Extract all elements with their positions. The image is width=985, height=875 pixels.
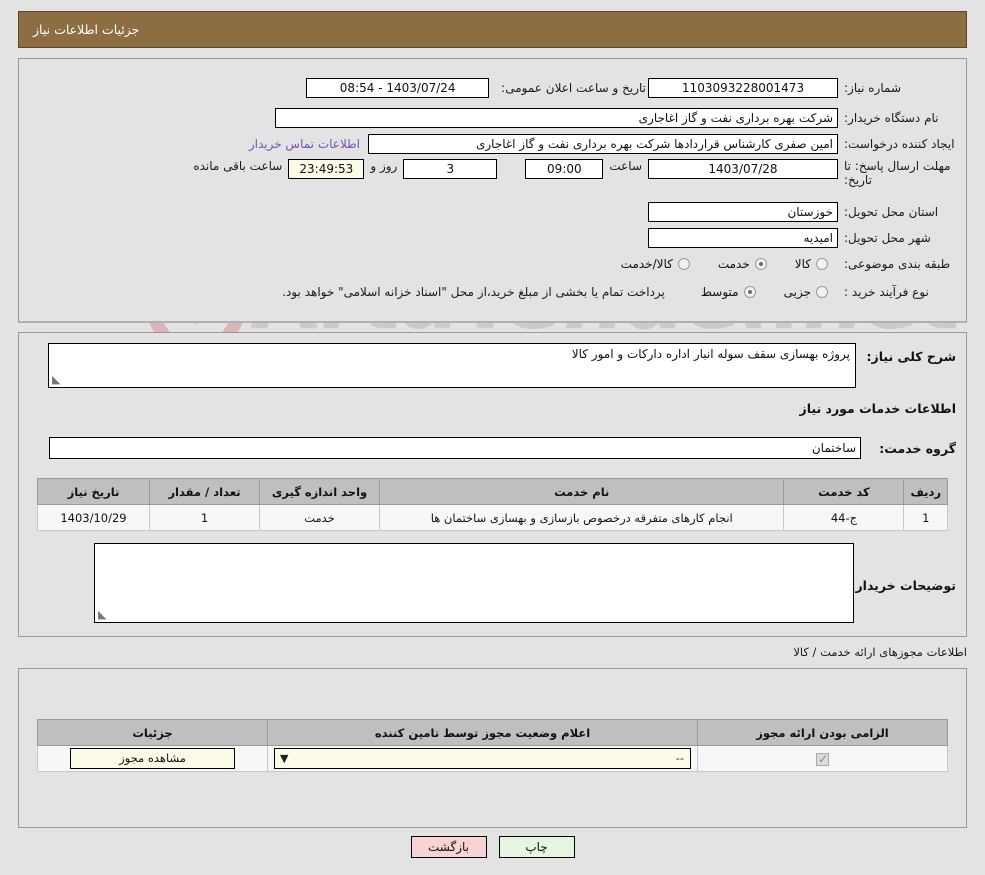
category-radio-kala[interactable]: کالا: [793, 257, 828, 271]
table-row: ▼ -- مشاهده مجوز: [37, 745, 948, 772]
permit-status-value: --: [675, 751, 684, 765]
need-summary-panel: شماره نیاز: 1103093228001473 تاریخ و ساع…: [18, 58, 967, 323]
col-date: تاریخ نیاز: [37, 478, 150, 505]
payment-note: پرداخت تمام یا بخشی از مبلغ خرید،از محل …: [282, 285, 665, 299]
col-permit-details: جزئیات: [37, 719, 268, 746]
process-label: نوع فرآیند خرید :: [844, 285, 929, 299]
city-value: امیدیه: [648, 228, 838, 248]
cell-permit-details: مشاهده مجوز: [37, 745, 268, 772]
col-permit-status: اعلام وضعیت مجوز توسط تامین کننده: [267, 719, 698, 746]
province-label: استان محل تحویل:: [844, 205, 939, 219]
service-group-value: ساختمان: [49, 437, 861, 459]
col-permit-required: الزامی بودن ارائه مجوز: [697, 719, 948, 746]
process-radio-jozi[interactable]: جزیی: [782, 285, 828, 299]
permit-status-select[interactable]: ▼ --: [274, 748, 691, 769]
radio-indicator: [816, 258, 828, 270]
province-value: خوزستان: [648, 202, 838, 222]
cell-unit: خدمت: [259, 504, 380, 531]
cell-quantity: 1: [149, 504, 260, 531]
buyer-contact-link[interactable]: اطلاعات تماس خریدار: [249, 137, 360, 151]
chevron-down-icon: ▼: [280, 752, 289, 765]
col-code: کد خدمت: [783, 478, 905, 505]
countdown-label: ساعت باقی مانده: [193, 159, 283, 173]
remaining-days-value: 3: [403, 159, 498, 179]
services-table-header-row: ردیف کد خدمت نام خدمت واحد اندازه گیری ت…: [37, 478, 948, 505]
description-textarea[interactable]: پروژه بهسازی سقف سوله انبار اداره دارکات…: [48, 343, 856, 388]
permits-panel: الزامی بودن ارائه مجوز اعلام وضعیت مجوز …: [18, 668, 967, 828]
col-name: نام خدمت: [378, 478, 785, 505]
page-root: ArtaTender.net جزئیات اطلاعات نیاز شماره…: [0, 0, 985, 875]
cell-permit-status: ▼ --: [267, 745, 698, 772]
cell-row: 1: [903, 504, 948, 531]
city-label: شهر محل تحویل:: [844, 231, 931, 245]
radio-indicator: [816, 286, 828, 298]
services-table: ردیف کد خدمت نام خدمت واحد اندازه گیری ت…: [37, 478, 948, 531]
category-label: طبقه بندی موضوعی:: [844, 257, 951, 271]
back-button[interactable]: بازگشت: [410, 836, 487, 858]
countdown-timer: 23:49:53: [288, 159, 365, 179]
need-number-value: 1103093228001473: [648, 78, 838, 98]
creator-label: ایجاد کننده درخواست:: [844, 137, 955, 151]
services-section-title: اطلاعات خدمات مورد نیاز: [799, 401, 957, 416]
cell-permit-required: [697, 745, 948, 772]
announce-label: تاریخ و ساعت اعلان عمومی:: [501, 81, 646, 95]
col-unit: واحد اندازه گیری: [259, 478, 380, 505]
category-radio-kala-khedmat[interactable]: کالا/خدمت: [619, 257, 690, 271]
radio-indicator: [677, 258, 690, 270]
deadline-date-value: 1403/07/28: [648, 159, 838, 179]
print-button[interactable]: چاپ: [498, 836, 575, 858]
cell-name: انجام کارهای متفرقه درخصوص بازسازی و بهس…: [378, 504, 785, 531]
category-radio-khedmat[interactable]: خدمت: [716, 257, 767, 271]
cell-date: 1403/10/29: [37, 504, 150, 531]
cell-code: ج-44: [783, 504, 905, 531]
deadline-label: مهلت ارسال پاسخ: تا تاریخ:: [844, 159, 951, 187]
col-quantity: تعداد / مقدار: [149, 478, 260, 505]
resize-grip-icon[interactable]: ◢: [52, 373, 62, 386]
buyer-notes-textarea[interactable]: ◢: [94, 543, 854, 623]
need-details-panel: شرح کلی نیاز: پروژه بهسازی سقف سوله انبا…: [18, 332, 967, 637]
footer-actions: بازگشت چاپ: [0, 836, 985, 858]
view-permit-button[interactable]: مشاهده مجوز: [70, 748, 235, 769]
announce-value: 1403/07/24 - 08:54: [306, 78, 490, 98]
col-row: ردیف: [903, 478, 948, 505]
buyer-notes-label: توضیحات خریدار:: [850, 578, 956, 593]
permits-table-header-row: الزامی بودن ارائه مجوز اعلام وضعیت مجوز …: [37, 719, 948, 746]
page-title: جزئیات اطلاعات نیاز: [33, 22, 140, 37]
days-label: روز و: [370, 159, 398, 173]
service-group-label: گروه خدمت:: [879, 441, 956, 456]
creator-value: امین صفری کارشناس قراردادها شرکت بهره بر…: [368, 134, 838, 154]
permits-table: الزامی بودن ارائه مجوز اعلام وضعیت مجوز …: [37, 719, 948, 772]
need-number-label: شماره نیاز:: [844, 81, 901, 95]
radio-indicator: [754, 258, 767, 270]
deadline-time-value: 09:00: [525, 159, 604, 179]
radio-indicator: [743, 286, 756, 298]
resize-grip-icon[interactable]: ◢: [98, 608, 108, 621]
description-label: شرح کلی نیاز:: [866, 349, 956, 364]
process-radio-motavaset[interactable]: متوسط: [699, 285, 756, 299]
buyer-org-label: نام دستگاه خریدار:: [844, 111, 939, 125]
hour-label: ساعت: [609, 159, 642, 173]
permit-required-checkbox[interactable]: [816, 752, 829, 766]
permits-section-title: اطلاعات مجوزهای ارائه خدمت / کالا: [793, 645, 967, 659]
description-value: پروژه بهسازی سقف سوله انبار اداره دارکات…: [571, 347, 850, 361]
page-header: جزئیات اطلاعات نیاز: [18, 11, 967, 48]
table-row: 1 ج-44 انجام کارهای متفرقه درخصوص بازساز…: [37, 504, 948, 531]
buyer-org-value: شرکت بهره برداری نفت و گاز اغاجاری: [275, 108, 838, 128]
